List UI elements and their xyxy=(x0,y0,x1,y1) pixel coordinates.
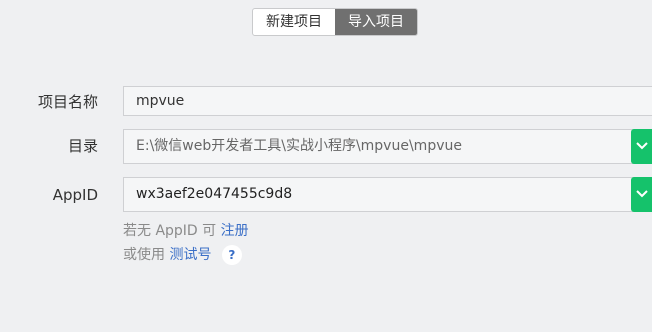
no-appid-hint: 若无 AppID 可 注册 xyxy=(123,221,249,241)
chevron-down-icon xyxy=(636,142,648,150)
tab-new-project[interactable]: 新建项目 xyxy=(253,9,335,35)
appid-label: AppID xyxy=(52,186,98,204)
tab-import-project[interactable]: 导入项目 xyxy=(335,9,417,35)
chevron-down-icon xyxy=(636,190,648,198)
directory-label: 目录 xyxy=(67,137,98,155)
project-name-input[interactable]: mpvue xyxy=(123,86,652,116)
project-mode-toggle: 新建项目 导入项目 xyxy=(252,8,418,36)
appid-dropdown-button[interactable] xyxy=(631,177,652,212)
no-appid-text: 若无 AppID 可 xyxy=(123,223,217,239)
test-account-hint: 或使用 测试号 ? xyxy=(123,245,242,265)
directory-dropdown-button[interactable] xyxy=(631,129,652,164)
appid-input[interactable]: wx3aef2e047455c9d8 xyxy=(123,177,652,212)
register-link[interactable]: 注册 xyxy=(221,223,249,239)
project-name-label: 项目名称 xyxy=(37,93,98,111)
directory-input[interactable]: E:\微信web开发者工具\实战小程序\mpvue\mpvue xyxy=(123,129,652,164)
test-account-link[interactable]: 测试号 xyxy=(169,247,211,263)
or-use-text: 或使用 xyxy=(123,247,165,263)
help-icon[interactable]: ? xyxy=(221,245,242,265)
